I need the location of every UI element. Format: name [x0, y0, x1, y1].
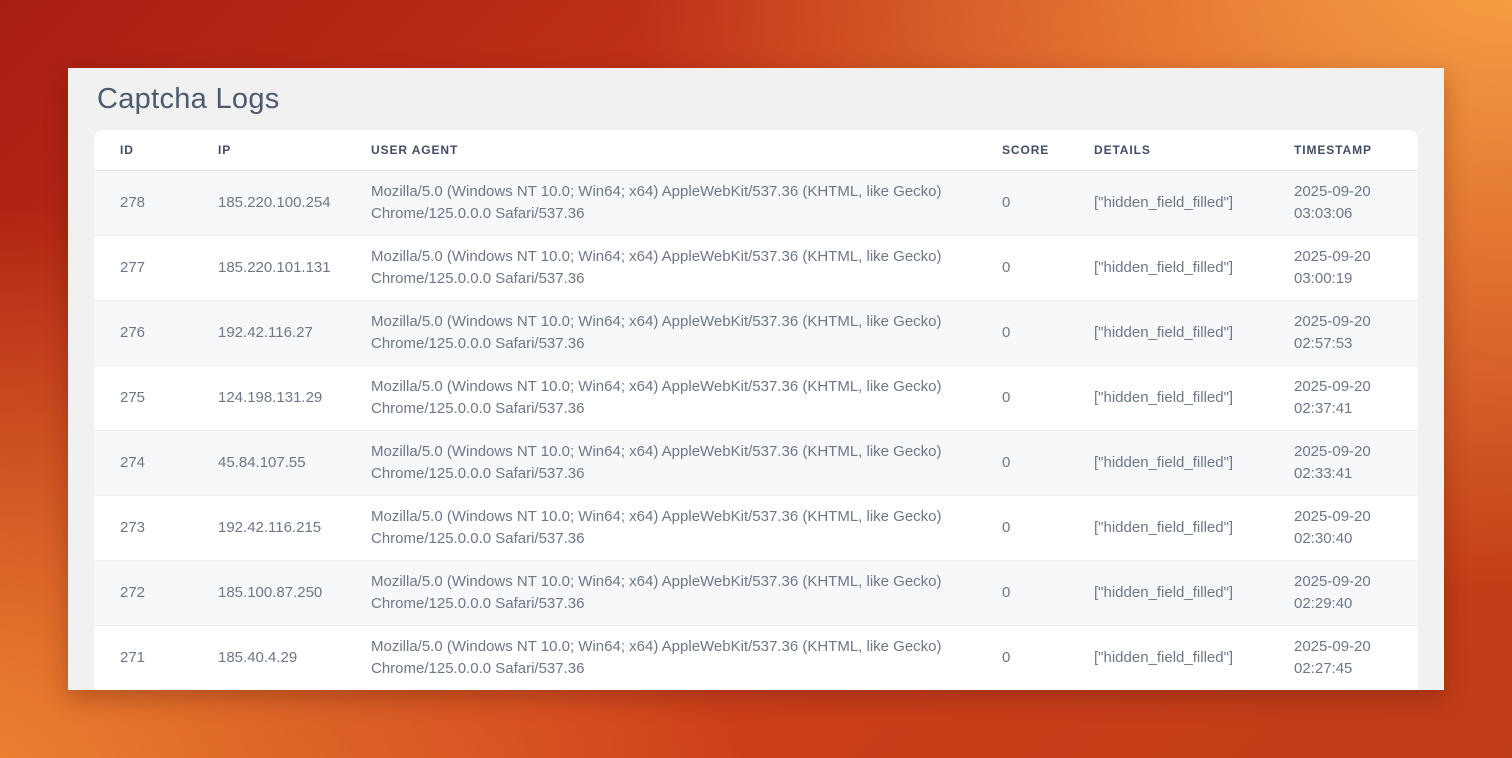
cell-user-agent: Mozilla/5.0 (Windows NT 10.0; Win64; x64… [345, 561, 976, 626]
cell-ip: 192.42.116.215 [192, 496, 345, 561]
cell-id: 275 [94, 366, 192, 431]
table-row: 271 185.40.4.29 Mozilla/5.0 (Windows NT … [94, 626, 1418, 691]
cell-id: 273 [94, 496, 192, 561]
table-row: 276 192.42.116.27 Mozilla/5.0 (Windows N… [94, 301, 1418, 366]
table-header: ID IP USER AGENT SCORE DETAILS TIMESTAMP [94, 130, 1418, 171]
cell-timestamp: 2025-09-20 02:29:40 [1268, 561, 1418, 626]
cell-ip: 124.198.131.29 [192, 366, 345, 431]
cell-id: 272 [94, 561, 192, 626]
captcha-logs-table-container: ID IP USER AGENT SCORE DETAILS TIMESTAMP… [94, 130, 1418, 690]
cell-score: 0 [976, 496, 1068, 561]
cell-score: 0 [976, 561, 1068, 626]
cell-score: 0 [976, 171, 1068, 236]
cell-details: ["hidden_field_filled"] [1068, 626, 1268, 691]
column-header-ip: IP [192, 130, 345, 171]
table-row: 278 185.220.100.254 Mozilla/5.0 (Windows… [94, 171, 1418, 236]
cell-user-agent: Mozilla/5.0 (Windows NT 10.0; Win64; x64… [345, 626, 976, 691]
captcha-logs-card: Captcha Logs ID IP USER AGENT SCORE DETA… [68, 68, 1444, 690]
cell-id: 271 [94, 626, 192, 691]
cell-score: 0 [976, 431, 1068, 496]
cell-score: 0 [976, 301, 1068, 366]
table-body: 278 185.220.100.254 Mozilla/5.0 (Windows… [94, 171, 1418, 691]
table-header-row: ID IP USER AGENT SCORE DETAILS TIMESTAMP [94, 130, 1418, 171]
cell-timestamp: 2025-09-20 02:33:41 [1268, 431, 1418, 496]
cell-user-agent: Mozilla/5.0 (Windows NT 10.0; Win64; x64… [345, 431, 976, 496]
cell-details: ["hidden_field_filled"] [1068, 236, 1268, 301]
cell-id: 276 [94, 301, 192, 366]
cell-user-agent: Mozilla/5.0 (Windows NT 10.0; Win64; x64… [345, 366, 976, 431]
cell-score: 0 [976, 366, 1068, 431]
column-header-timestamp: TIMESTAMP [1268, 130, 1418, 171]
captcha-logs-table: ID IP USER AGENT SCORE DETAILS TIMESTAMP… [94, 130, 1418, 690]
cell-timestamp: 2025-09-20 03:03:06 [1268, 171, 1418, 236]
column-header-score: SCORE [976, 130, 1068, 171]
cell-timestamp: 2025-09-20 02:57:53 [1268, 301, 1418, 366]
table-row: 275 124.198.131.29 Mozilla/5.0 (Windows … [94, 366, 1418, 431]
table-row: 274 45.84.107.55 Mozilla/5.0 (Windows NT… [94, 431, 1418, 496]
table-row: 277 185.220.101.131 Mozilla/5.0 (Windows… [94, 236, 1418, 301]
cell-ip: 185.220.101.131 [192, 236, 345, 301]
cell-user-agent: Mozilla/5.0 (Windows NT 10.0; Win64; x64… [345, 171, 976, 236]
table-row: 272 185.100.87.250 Mozilla/5.0 (Windows … [94, 561, 1418, 626]
cell-details: ["hidden_field_filled"] [1068, 431, 1268, 496]
cell-details: ["hidden_field_filled"] [1068, 301, 1268, 366]
cell-ip: 185.40.4.29 [192, 626, 345, 691]
cell-details: ["hidden_field_filled"] [1068, 171, 1268, 236]
cell-ip: 45.84.107.55 [192, 431, 345, 496]
cell-timestamp: 2025-09-20 02:37:41 [1268, 366, 1418, 431]
cell-details: ["hidden_field_filled"] [1068, 561, 1268, 626]
cell-id: 278 [94, 171, 192, 236]
cell-details: ["hidden_field_filled"] [1068, 366, 1268, 431]
column-header-details: DETAILS [1068, 130, 1268, 171]
cell-timestamp: 2025-09-20 02:30:40 [1268, 496, 1418, 561]
cell-score: 0 [976, 626, 1068, 691]
cell-ip: 185.100.87.250 [192, 561, 345, 626]
cell-ip: 185.220.100.254 [192, 171, 345, 236]
cell-id: 277 [94, 236, 192, 301]
cell-timestamp: 2025-09-20 03:00:19 [1268, 236, 1418, 301]
cell-details: ["hidden_field_filled"] [1068, 496, 1268, 561]
table-row: 273 192.42.116.215 Mozilla/5.0 (Windows … [94, 496, 1418, 561]
cell-ip: 192.42.116.27 [192, 301, 345, 366]
cell-timestamp: 2025-09-20 02:27:45 [1268, 626, 1418, 691]
cell-user-agent: Mozilla/5.0 (Windows NT 10.0; Win64; x64… [345, 496, 976, 561]
cell-user-agent: Mozilla/5.0 (Windows NT 10.0; Win64; x64… [345, 236, 976, 301]
cell-id: 274 [94, 431, 192, 496]
cell-user-agent: Mozilla/5.0 (Windows NT 10.0; Win64; x64… [345, 301, 976, 366]
column-header-user-agent: USER AGENT [345, 130, 976, 171]
page-title: Captcha Logs [94, 68, 1418, 130]
column-header-id: ID [94, 130, 192, 171]
page-background: { "page": { "title": "Captcha Logs" }, "… [0, 0, 1512, 758]
cell-score: 0 [976, 236, 1068, 301]
